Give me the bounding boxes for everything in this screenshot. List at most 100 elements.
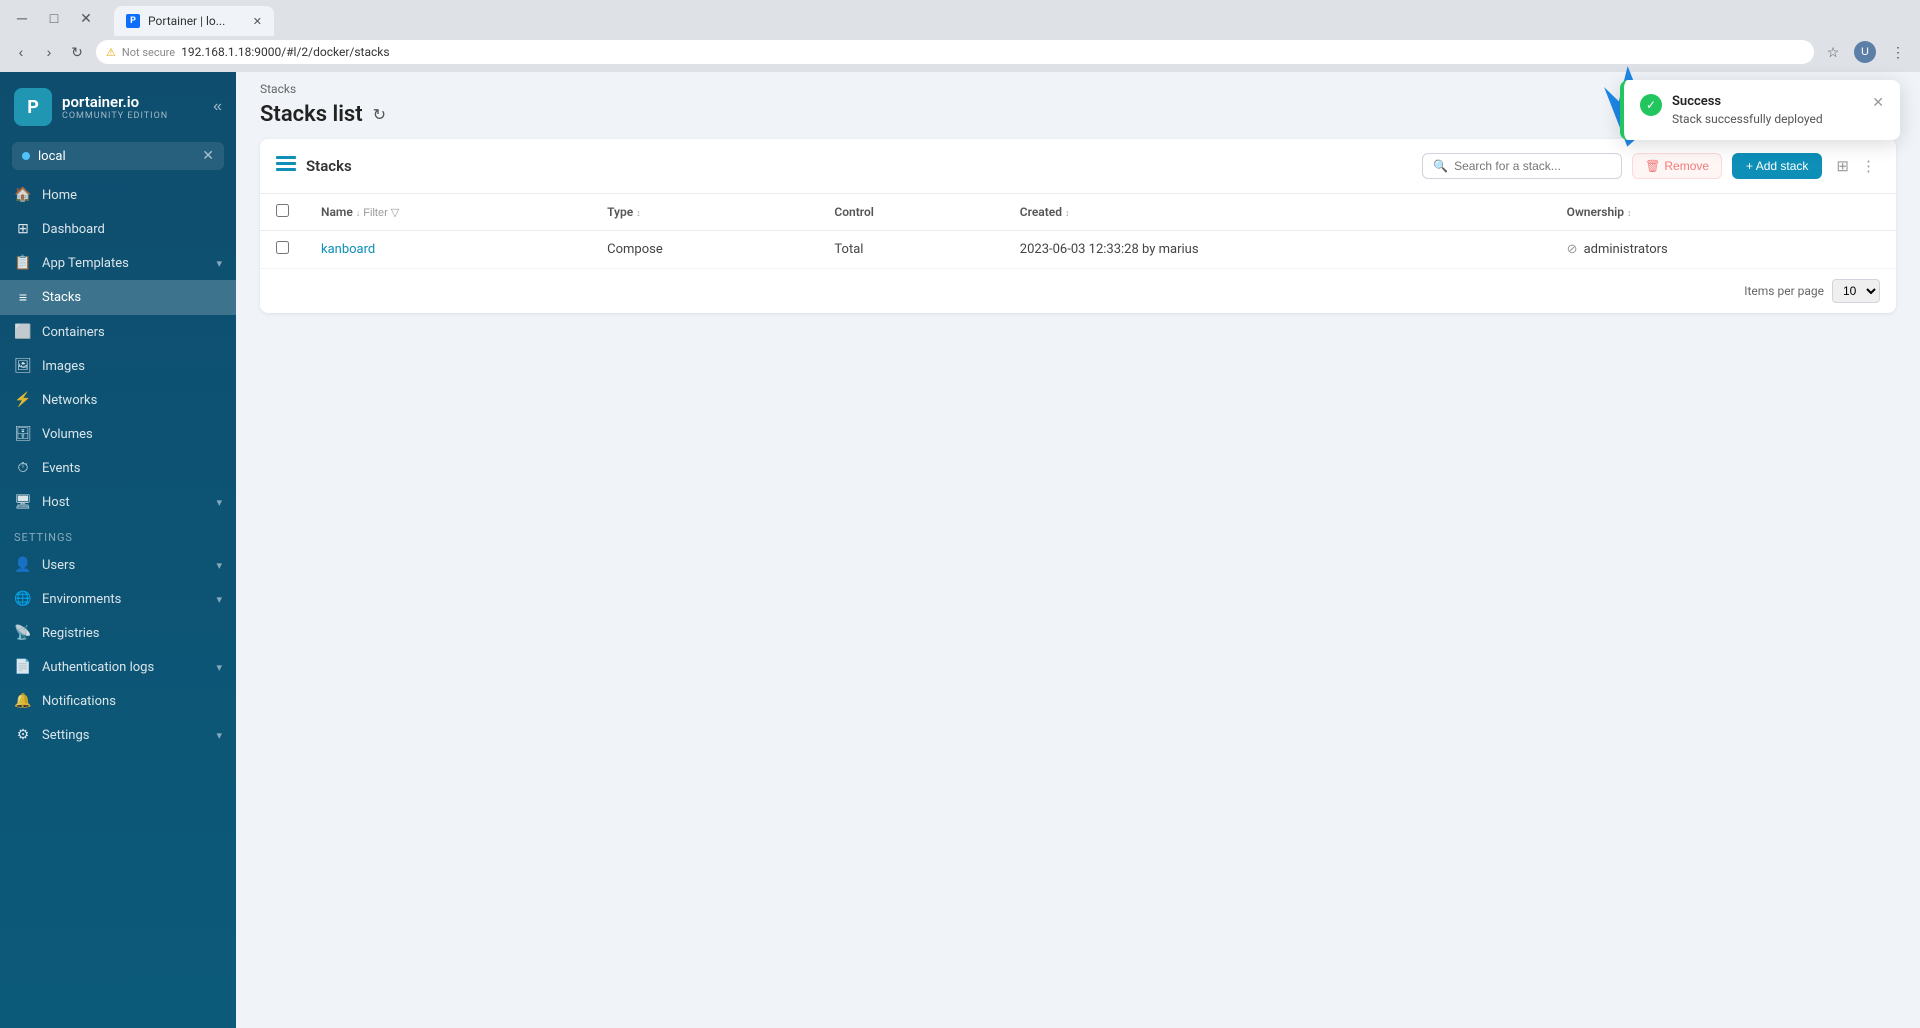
sidebar-item-label: Containers (42, 325, 222, 340)
maximize-button[interactable]: □ (40, 4, 68, 32)
registries-icon: 📡 (14, 625, 32, 641)
panel-header: Stacks 🔍 🗑 Remove + Add stack ⊞ ⋮ (260, 139, 1896, 194)
panel-title: Stacks (306, 157, 1412, 175)
sidebar-item-dashboard[interactable]: ⊞ Dashboard (0, 212, 236, 246)
items-per-page-label: Items per page (1744, 284, 1824, 298)
sidebar-item-label: Volumes (42, 427, 222, 442)
sidebar-item-environments[interactable]: 🌐 Environments ▾ (0, 582, 236, 616)
chevron-down-icon: ▾ (216, 496, 222, 509)
table-body: kanboard Compose Total 2023-06-03 12:33:… (260, 231, 1896, 269)
sidebar-item-images[interactable]: 🖼 Images (0, 349, 236, 383)
sidebar-item-host[interactable]: 🖥 Host ▾ (0, 485, 236, 519)
created-header: Created ↕ (1004, 194, 1551, 231)
address-bar[interactable]: ⚠ Not secure 192.168.1.18:9000/#l/2/dock… (96, 40, 1814, 64)
collapse-sidebar-button[interactable]: « (213, 98, 222, 116)
sidebar-item-events[interactable]: ⏱ Events (0, 451, 236, 485)
networks-icon: ⚡ (14, 392, 32, 408)
close-window-button[interactable]: ✕ (72, 4, 100, 32)
settings-section-header: Settings (0, 519, 236, 548)
add-stack-button[interactable]: + Add stack (1732, 153, 1822, 179)
sidebar-item-stacks[interactable]: ≡ Stacks (0, 280, 236, 315)
bookmark-button[interactable]: ☆ (1820, 39, 1846, 65)
sidebar-item-networks[interactable]: ⚡ Networks (0, 383, 236, 417)
sidebar-item-label: Registries (42, 626, 222, 641)
users-icon: 👤 (14, 557, 32, 573)
app-layout: P portainer.io Community Edition « local… (0, 72, 1920, 1028)
sidebar-item-label: Notifications (42, 694, 222, 709)
table-view-button[interactable]: ⊞ (1832, 153, 1853, 179)
items-per-page-select[interactable]: 10 25 50 (1832, 279, 1880, 303)
ownership-sort-icon[interactable]: ↕ (1627, 209, 1632, 219)
type-sort-icon[interactable]: ↕ (636, 209, 641, 219)
success-icon: ✓ (1640, 94, 1662, 116)
profile-avatar: U (1854, 41, 1876, 63)
sidebar-item-home[interactable]: 🏠 Home (0, 178, 236, 212)
remove-button[interactable]: 🗑 Remove (1632, 153, 1722, 179)
browser-tab[interactable]: P Portainer | lo... ✕ (114, 6, 274, 36)
sidebar: P portainer.io Community Edition « local… (0, 72, 236, 1028)
app-templates-icon: 📋 (14, 255, 32, 271)
sidebar-item-auth-logs[interactable]: 📄 Authentication logs ▾ (0, 650, 236, 684)
ownership-header: Ownership ↕ (1551, 194, 1896, 231)
tab-bar: P Portainer | lo... ✕ (106, 0, 282, 36)
menu-button[interactable]: ⋮ (1884, 38, 1912, 66)
close-tab-button[interactable]: ✕ (253, 15, 262, 28)
sidebar-item-label: Dashboard (42, 222, 222, 237)
sidebar-item-users[interactable]: 👤 Users ▾ (0, 548, 236, 582)
sidebar-item-notifications[interactable]: 🔔 Notifications (0, 684, 236, 718)
created-sort-icon[interactable]: ↕ (1065, 209, 1070, 219)
sidebar-item-containers[interactable]: ⬜ Containers (0, 315, 236, 349)
search-input[interactable] (1454, 159, 1611, 173)
containers-icon: ⬜ (14, 324, 32, 340)
stack-type-cell: Compose (591, 231, 818, 269)
sidebar-item-label: Authentication logs (42, 660, 206, 675)
chevron-down-icon: ▾ (216, 729, 222, 742)
sidebar-item-registries[interactable]: 📡 Registries (0, 616, 236, 650)
sidebar-item-volumes[interactable]: 🗄 Volumes (0, 417, 236, 451)
environment-tag[interactable]: local ✕ (12, 142, 224, 170)
env-left: local (22, 149, 66, 164)
minimize-button[interactable]: ─ (8, 4, 36, 32)
images-icon: 🖼 (14, 358, 32, 374)
back-button[interactable]: ‹ (8, 39, 34, 65)
sidebar-item-label: Settings (42, 728, 206, 743)
stacks-panel-icon (276, 154, 296, 174)
environments-icon: 🌐 (14, 591, 32, 607)
panel-icon (276, 154, 296, 179)
sidebar-item-app-templates[interactable]: 📋 App Templates ▾ (0, 246, 236, 280)
forward-button[interactable]: › (36, 39, 62, 65)
more-options-button[interactable]: ⋮ (1857, 153, 1880, 179)
stack-created-cell: 2023-06-03 12:33:28 by marius (1004, 231, 1551, 269)
security-label: Not secure (122, 46, 175, 59)
home-icon: 🏠 (14, 187, 32, 203)
close-env-button[interactable]: ✕ (202, 148, 214, 164)
toast-message: Stack successfully deployed (1672, 112, 1862, 126)
select-all-checkbox[interactable] (276, 204, 289, 217)
toast-content: Success Stack successfully deployed (1672, 94, 1862, 126)
sidebar-item-label: Environments (42, 592, 206, 607)
name-sort-icon[interactable]: ↓ (356, 209, 361, 219)
row-checkbox-cell (260, 231, 305, 269)
remove-label: Remove (1664, 159, 1709, 173)
profile-button[interactable]: U (1852, 39, 1878, 65)
toast-close-button[interactable]: ✕ (1872, 94, 1884, 111)
settings-icon: ⚙ (14, 727, 32, 743)
reload-button[interactable]: ↻ (64, 39, 90, 65)
ownership-text: administrators (1584, 242, 1668, 257)
volumes-icon: 🗄 (14, 426, 32, 442)
stack-name-cell: kanboard (305, 231, 591, 269)
refresh-button[interactable]: ↻ (373, 105, 386, 125)
search-box[interactable]: 🔍 (1422, 153, 1622, 179)
logo-icon: P (14, 88, 52, 126)
filter-button[interactable]: Filter ▽ (363, 206, 399, 219)
row-checkbox[interactable] (276, 241, 289, 254)
sidebar-item-settings[interactable]: ⚙ Settings ▾ (0, 718, 236, 752)
success-toast: ✓ Success Stack successfully deployed ✕ (1620, 80, 1900, 140)
select-all-header (260, 194, 305, 231)
type-header: Type ↕ (591, 194, 818, 231)
host-icon: 🖥 (14, 494, 32, 510)
logo-text: portainer.io Community Edition (62, 93, 168, 121)
stack-name-link[interactable]: kanboard (321, 242, 375, 257)
ownership-value: ⊘ administrators (1567, 242, 1880, 257)
chevron-down-icon: ▾ (216, 661, 222, 674)
